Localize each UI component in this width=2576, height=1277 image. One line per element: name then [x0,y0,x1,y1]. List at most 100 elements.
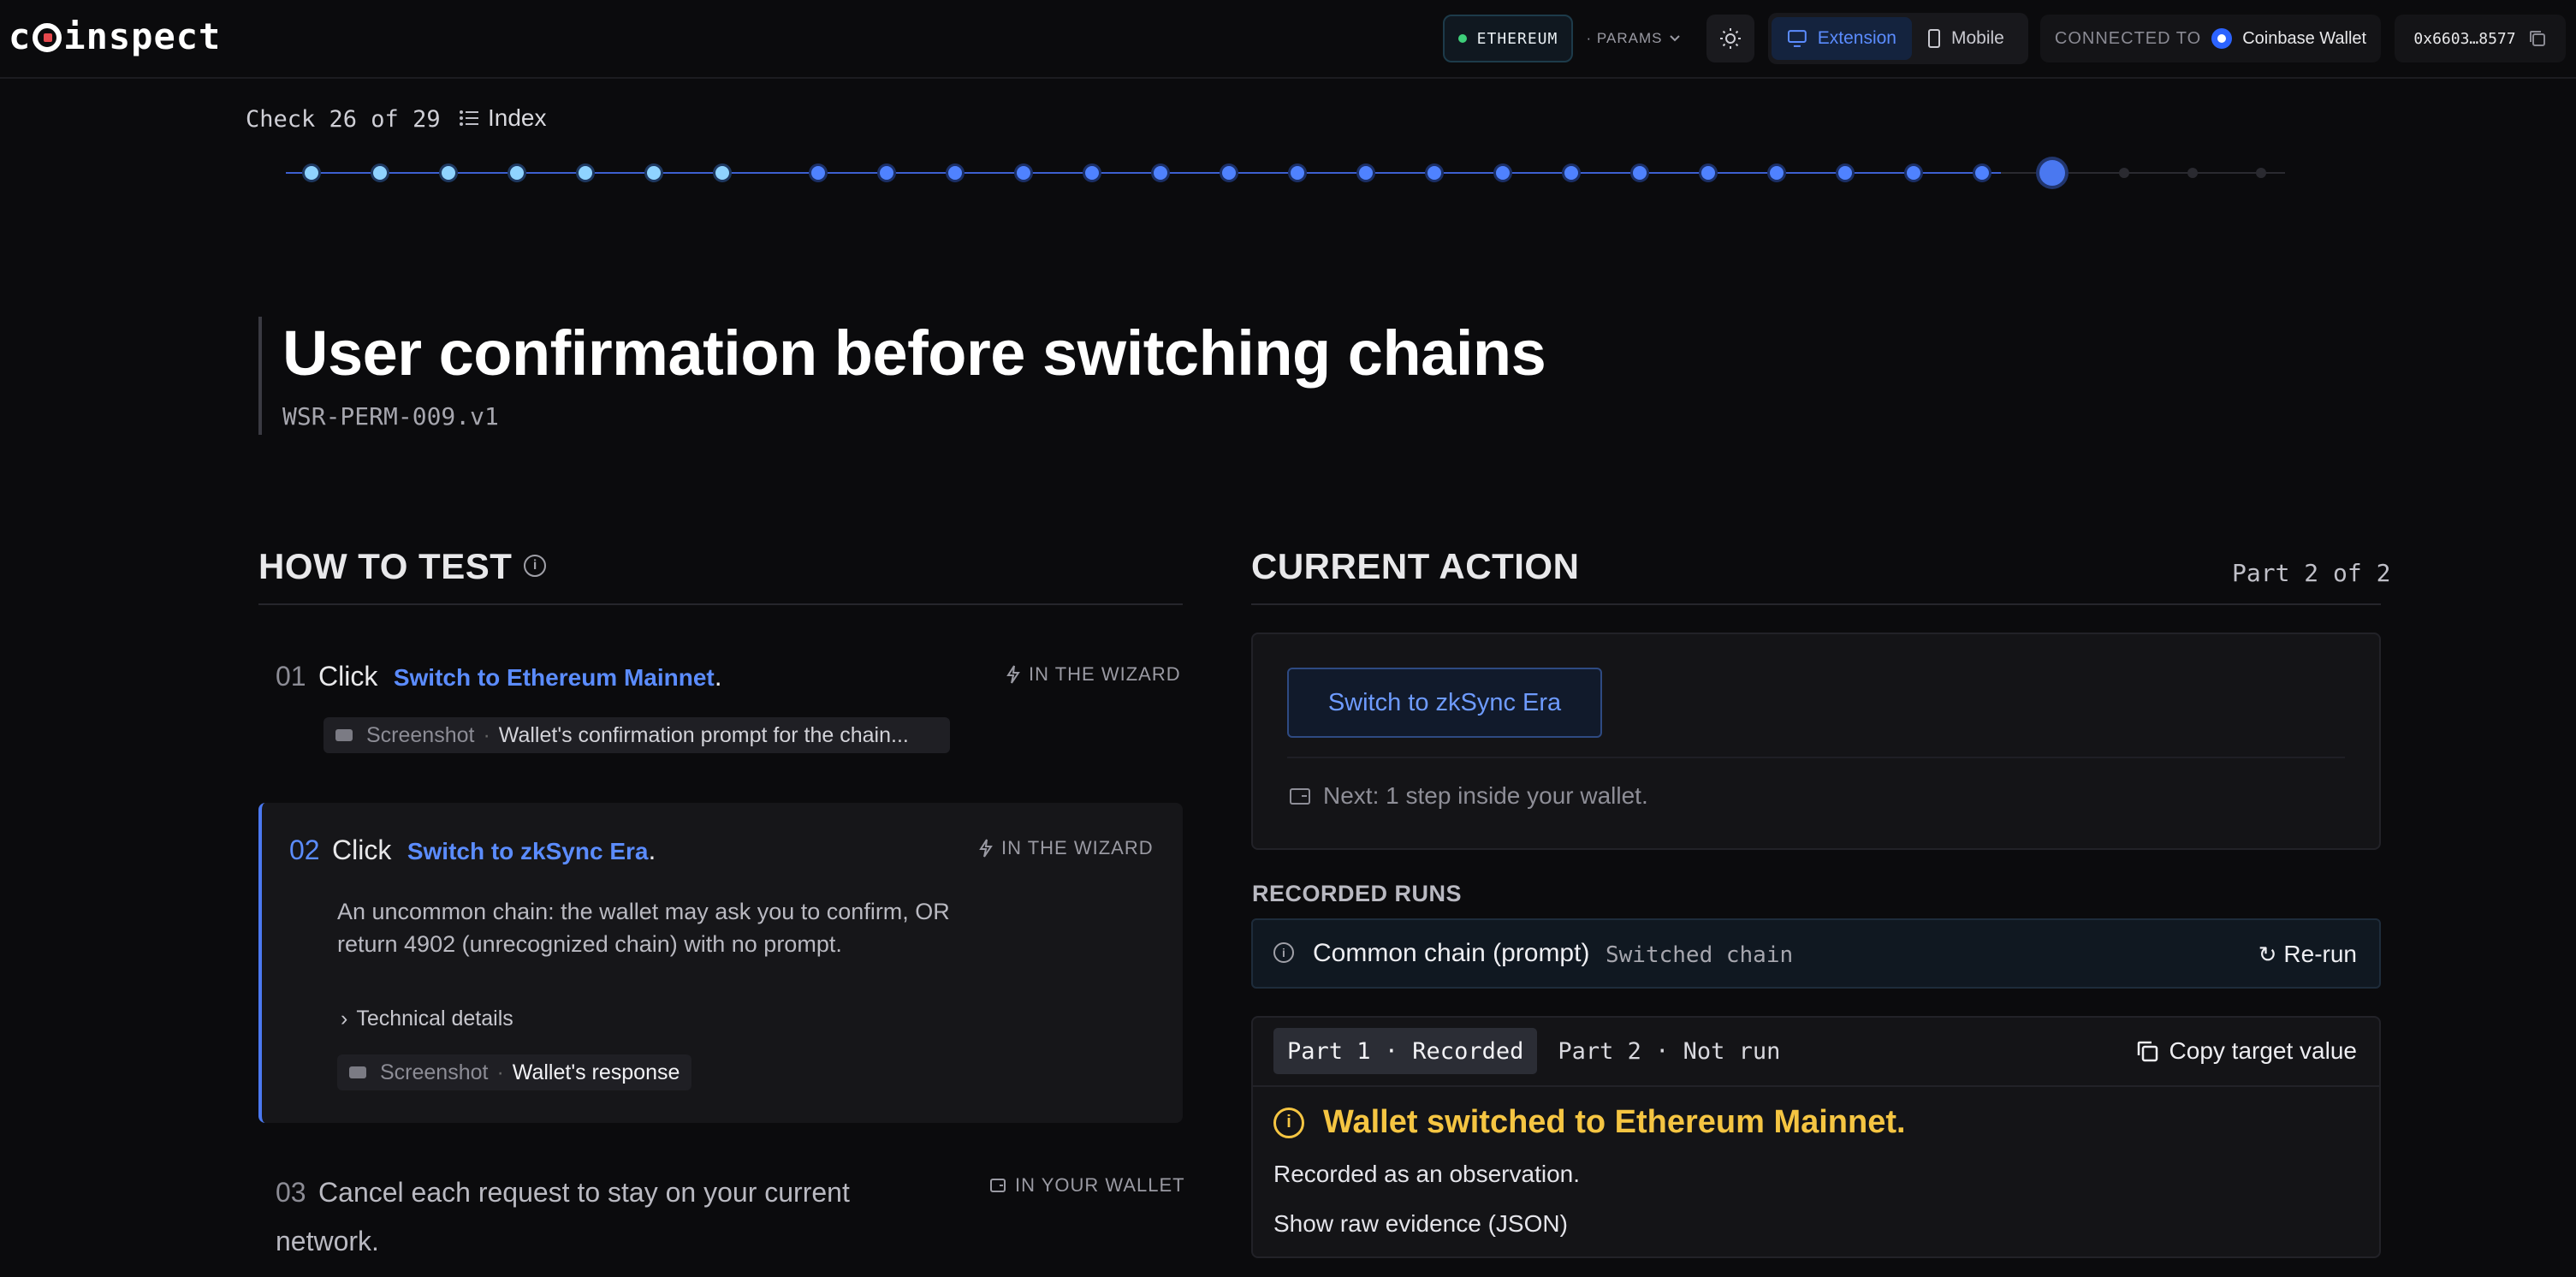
next-step-text: Next: 1 step inside your wallet. [1323,782,1648,809]
progress-step[interactable] [1017,166,1030,180]
technical-details-label: Technical details [356,1007,513,1031]
switch-to-zksync-button[interactable]: Switch to zkSync Era [1287,668,1602,738]
step-verb: Click [332,835,392,865]
progress-step[interactable] [579,166,592,180]
step-number: 01 [276,661,306,692]
wallet-icon [990,1179,1006,1192]
progress-step[interactable] [2187,168,2198,178]
tab-part-2[interactable]: Part 2 · Not run [1544,1028,1794,1074]
theme-toggle-button[interactable] [1706,15,1754,62]
progress-step[interactable] [1838,166,1852,180]
progress-step[interactable] [1085,166,1099,180]
copy-target-label: Copy target value [2169,1037,2357,1064]
mobile-mode-button[interactable]: Mobile [1912,17,2020,60]
coinspect-logo[interactable]: c inspect [9,15,221,57]
screenshot-label: Screenshot [366,722,475,747]
status-dot-icon [1457,34,1467,43]
rotate-icon: ↻ [2258,941,2277,967]
recorded-runs-heading: RECORDED RUNS [1252,881,1463,906]
divider [1253,1085,2379,1087]
index-link[interactable]: Index [459,104,547,132]
tab-part-1[interactable]: Part 1 · Recorded [1273,1028,1538,1074]
camera-icon [349,1066,366,1078]
check-counter: Check 26 of 29 [246,106,441,133]
copy-icon [2137,1041,2158,1062]
step-text: Cancel each request to stay on your curr… [276,1177,850,1256]
progress-step[interactable] [1222,166,1236,180]
progress-track-fill [286,172,2001,174]
lightning-icon [1006,665,1020,684]
progress-step[interactable] [1427,166,1441,180]
progress-step[interactable] [1154,166,1167,180]
network-selector[interactable]: ETHEREUM [1443,15,1573,62]
step-tail: . [714,661,722,692]
view-mode-toggle: Extension Mobile [1768,13,2028,64]
progress-step[interactable] [1291,166,1304,180]
tag-label: IN YOUR WALLET [1015,1174,1185,1196]
progress-step[interactable] [2119,168,2129,178]
part-counter: Part 2 of 2 [2232,559,2391,587]
recorded-run-row: i Common chain (prompt) Switched chain ↻… [1251,918,2381,989]
in-your-wallet-tag: IN YOUR WALLET [989,1174,1185,1197]
chevron-down-icon [1670,35,1681,42]
switch-to-ethereum-link[interactable]: Switch to Ethereum Mainnet [394,664,715,691]
observation-note: Recorded as an observation. [1273,1161,1580,1187]
screenshot-chip[interactable]: Screenshot · Wallet's response [337,1054,692,1090]
screenshot-desc: Wallet's response [512,1060,680,1084]
wallet-icon [1290,788,1310,805]
progress-step[interactable] [305,166,318,180]
switch-to-zksync-link[interactable]: Switch to zkSync Era [407,838,649,864]
how-to-test-heading: HOW TO TEST i [258,546,547,587]
copy-icon[interactable] [2528,29,2547,48]
progress-step[interactable] [1770,166,1784,180]
divider [1287,757,2345,758]
warning-icon: i [1273,1107,1304,1138]
rerun-button[interactable]: ↻ Re-run [2258,941,2357,968]
address-chip[interactable]: 0x6603…8577 [2395,15,2566,62]
current-action-card [1251,633,2381,850]
screenshot-chip[interactable]: Screenshot · Wallet's confirmation promp… [323,717,950,753]
sun-icon [1720,28,1741,49]
params-dropdown[interactable]: · PARAMS [1582,15,1686,62]
progress-step-current[interactable] [2039,160,2065,186]
step-verb: Click [318,661,378,692]
connection-status[interactable]: CONNECTED TO Coinbase Wallet [2040,15,2381,62]
step-number: 03 [276,1177,306,1208]
progress-step[interactable] [1496,166,1510,180]
progress-step[interactable] [715,166,729,180]
warning-text: Wallet switched to Ethereum Mainnet. [1323,1104,1906,1140]
progress-step[interactable] [811,166,825,180]
mobile-mode-label: Mobile [1951,28,2004,48]
technical-details-toggle[interactable]: › Technical details [341,1007,513,1031]
progress-step[interactable] [2256,168,2266,178]
info-icon[interactable]: i [524,554,547,577]
camera-icon [335,729,353,741]
show-raw-evidence-link[interactable]: Show raw evidence (JSON) [1273,1210,1568,1238]
progress-step[interactable] [1975,166,1989,180]
progress-step[interactable] [880,166,893,180]
tag-label: IN THE WIZARD [1029,663,1181,685]
page-title: User confirmation before switching chain… [282,318,1546,389]
step-number: 02 [289,835,320,865]
progress-step[interactable] [647,166,661,180]
progress-step[interactable] [1633,166,1647,180]
progress-step[interactable] [373,166,387,180]
screenshot-label: Screenshot [380,1060,489,1084]
copy-target-button[interactable]: Copy target value [2135,1037,2357,1065]
progress-step[interactable] [1564,166,1578,180]
progress-step[interactable] [442,166,455,180]
part-tabs: Part 1 · Recorded Part 2 · Not run [1273,1028,1801,1074]
title-accent-bar [258,317,262,435]
progress-step[interactable] [510,166,524,180]
chevron-right-icon: › [341,1007,348,1031]
progress-step[interactable] [948,166,962,180]
extension-mode-label: Extension [1817,28,1896,48]
in-the-wizard-tag: IN THE WIZARD [979,837,1154,859]
info-icon[interactable]: i [1273,942,1294,963]
extension-mode-button[interactable]: Extension [1772,17,1912,60]
screenshot-desc: Wallet's confirmation prompt for the cha… [498,722,909,747]
progress-step[interactable] [1701,166,1715,180]
check-id: WSR-PERM-009.v1 [282,402,499,431]
progress-step[interactable] [1907,166,1920,180]
progress-step[interactable] [1359,166,1373,180]
